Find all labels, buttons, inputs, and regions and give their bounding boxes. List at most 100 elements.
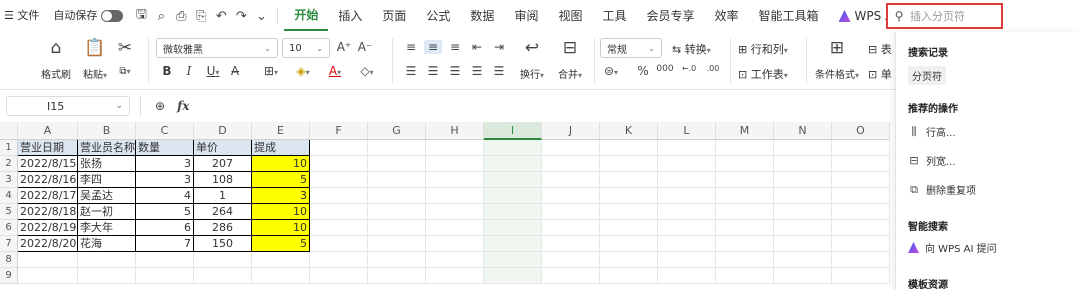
zoom-icon[interactable]: ⊕ <box>155 99 165 113</box>
cell[interactable]: 5 <box>252 236 310 252</box>
cell[interactable]: 吴孟达 <box>78 188 136 204</box>
cell[interactable] <box>542 220 600 236</box>
tab-review[interactable]: 审阅 <box>504 0 548 32</box>
cell[interactable] <box>832 172 890 188</box>
cell[interactable] <box>368 172 426 188</box>
command-search-box[interactable]: ⚲ <box>886 3 1003 29</box>
ask-wps-ai-item[interactable]: 向 WPS AI 提问 <box>908 240 997 255</box>
cell[interactable] <box>832 252 890 268</box>
cell[interactable] <box>832 188 890 204</box>
cut-button[interactable]: ✂ ⧉▾ <box>114 38 136 77</box>
cell[interactable]: 207 <box>194 156 252 172</box>
cell[interactable] <box>658 268 716 284</box>
number-format-select[interactable]: 常规 ⌄ <box>600 38 662 58</box>
cell[interactable]: 2022/8/19 <box>18 220 78 236</box>
print-preview-icon[interactable]: ⎘ <box>191 9 211 24</box>
cell[interactable] <box>426 204 484 220</box>
cell[interactable]: 李大年 <box>78 220 136 236</box>
decrease-decimal-icon[interactable]: .00 <box>704 64 722 73</box>
cell[interactable] <box>774 140 832 156</box>
cell[interactable] <box>136 268 194 284</box>
column-header[interactable]: N <box>774 122 832 140</box>
indent-increase-icon[interactable]: ⇥ <box>490 40 508 54</box>
more-chevron-icon[interactable]: ⌄ <box>251 9 271 24</box>
cell[interactable] <box>716 172 774 188</box>
cell[interactable] <box>426 220 484 236</box>
column-header[interactable]: L <box>658 122 716 140</box>
format-painter-button[interactable]: ⌂ 格式刷 <box>38 38 74 81</box>
action-remove-duplicates[interactable]: ⧉ 删除重复项 <box>908 182 976 198</box>
cell[interactable] <box>484 156 542 172</box>
cell[interactable] <box>832 204 890 220</box>
action-column-width[interactable]: ⊟ 列宽... <box>908 153 955 168</box>
column-header[interactable]: D <box>194 122 252 140</box>
cell[interactable] <box>426 236 484 252</box>
cell[interactable]: 2022/8/17 <box>18 188 78 204</box>
strikethrough-icon[interactable]: A̶ <box>226 64 244 78</box>
cell[interactable] <box>716 236 774 252</box>
align-top-icon[interactable]: ≡ <box>402 40 420 54</box>
action-row-height[interactable]: ⫼ 行高... <box>908 124 955 140</box>
cell[interactable] <box>658 252 716 268</box>
font-size-select[interactable]: 10 ⌄ <box>282 38 330 58</box>
cell[interactable] <box>832 268 890 284</box>
cell[interactable] <box>252 252 310 268</box>
cell[interactable] <box>774 268 832 284</box>
tab-data[interactable]: 数据 <box>460 0 504 32</box>
tab-tools[interactable]: 工具 <box>592 0 636 32</box>
worksheet-button[interactable]: ⊡ 工作表▾ <box>738 66 788 82</box>
header-cell[interactable]: 提成 <box>252 140 310 156</box>
conditional-format-button[interactable]: ⊞ 条件格式▾ <box>812 38 862 81</box>
row-header[interactable]: 7 <box>0 236 18 252</box>
cell[interactable]: 5 <box>136 204 194 220</box>
cell[interactable] <box>542 252 600 268</box>
justify-icon[interactable]: ☰ <box>468 64 486 78</box>
file-menu[interactable]: ☰ 文件 <box>0 0 45 32</box>
bold-icon[interactable]: B <box>158 64 176 78</box>
font-name-select[interactable]: 微软雅黑 ⌄ <box>156 38 278 58</box>
column-header-selected[interactable]: I <box>484 122 542 140</box>
cell[interactable] <box>426 172 484 188</box>
cell[interactable] <box>310 172 368 188</box>
cell[interactable]: 3 <box>252 188 310 204</box>
cell[interactable] <box>658 156 716 172</box>
formula-input-area[interactable]: ⊕ fx <box>140 96 895 116</box>
row-header[interactable]: 3 <box>0 172 18 188</box>
cell[interactable] <box>542 204 600 220</box>
row-header[interactable]: 8 <box>0 252 18 268</box>
cell[interactable] <box>716 140 774 156</box>
column-header[interactable]: K <box>600 122 658 140</box>
cell[interactable] <box>774 188 832 204</box>
cell[interactable] <box>310 220 368 236</box>
cell[interactable] <box>658 220 716 236</box>
select-all-corner[interactable] <box>0 122 18 140</box>
cell[interactable] <box>658 140 716 156</box>
italic-icon[interactable]: I <box>180 64 198 78</box>
cell[interactable]: 2022/8/15 <box>18 156 78 172</box>
cell[interactable]: 6 <box>136 220 194 236</box>
tab-home[interactable]: 开始 <box>284 1 329 31</box>
row-header[interactable]: 9 <box>0 268 18 284</box>
indent-decrease-icon[interactable]: ⇤ <box>468 40 486 54</box>
column-header[interactable]: B <box>78 122 136 140</box>
format-painter-icon[interactable]: ⌕ <box>151 9 171 24</box>
cell[interactable] <box>484 172 542 188</box>
cell[interactable]: 2022/8/20 <box>18 236 78 252</box>
tab-view[interactable]: 视图 <box>548 0 592 32</box>
cell[interactable] <box>716 156 774 172</box>
increase-font-icon[interactable]: A⁺ <box>335 40 353 54</box>
cell[interactable] <box>484 204 542 220</box>
convert-button[interactable]: ⇆ 转换▾ <box>672 41 711 57</box>
cell[interactable]: 7 <box>136 236 194 252</box>
row-header[interactable]: 6 <box>0 220 18 236</box>
cell[interactable] <box>426 252 484 268</box>
align-middle-icon[interactable]: ≡ <box>424 40 442 54</box>
column-header[interactable]: F <box>310 122 368 140</box>
cell[interactable] <box>774 172 832 188</box>
single-button[interactable]: ⊡ 单 <box>868 66 892 82</box>
column-header[interactable]: E <box>252 122 310 140</box>
cell[interactable] <box>658 172 716 188</box>
cell[interactable] <box>600 268 658 284</box>
thousands-icon[interactable]: 000 <box>656 64 674 74</box>
row-header[interactable]: 4 <box>0 188 18 204</box>
